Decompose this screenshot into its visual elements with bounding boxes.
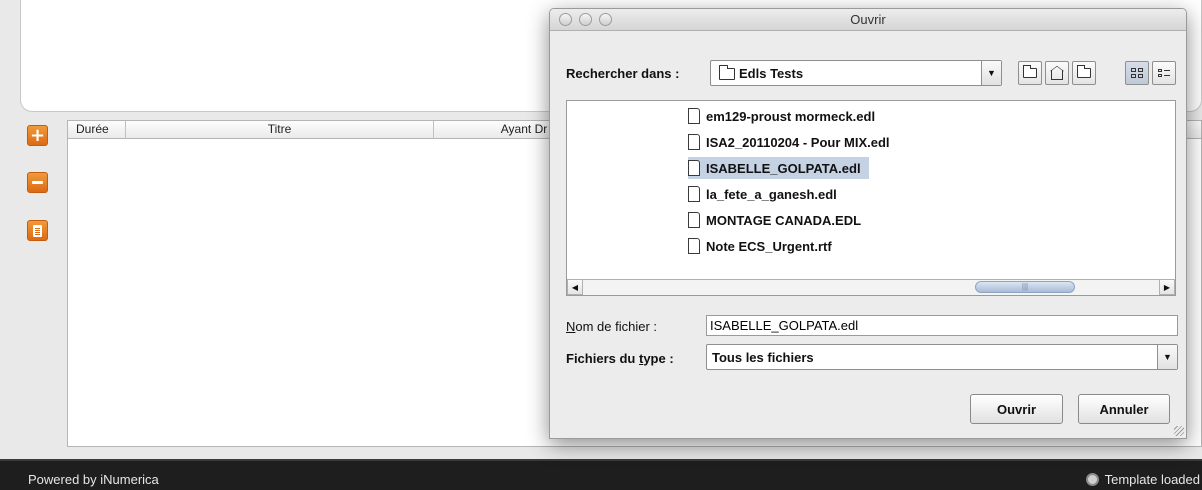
file-icon	[688, 186, 700, 202]
chevron-down-icon[interactable]: ▼	[1157, 345, 1177, 369]
dialog-titlebar[interactable]: Ouvrir	[550, 9, 1186, 31]
powered-by-label: Powered by iNumerica	[28, 472, 159, 487]
home-button[interactable]	[1045, 61, 1069, 85]
chevron-down-icon[interactable]: ▼	[981, 61, 1001, 85]
scroll-thumb[interactable]: |||	[975, 281, 1075, 293]
column-header-titre[interactable]: Titre	[126, 121, 434, 139]
look-in-value: Edls Tests	[739, 66, 804, 81]
list-view-button[interactable]	[1125, 61, 1149, 85]
remove-row-button[interactable]	[27, 172, 48, 193]
file-name: la_fete_a_ganesh.edl	[706, 186, 837, 202]
file-name: ISABELLE_GOLPATA.edl	[706, 160, 861, 176]
file-name-label: Nom de fichier :	[566, 319, 658, 334]
file-type-select[interactable]: Tous les fichiers ▼	[706, 344, 1178, 370]
details-button[interactable]	[27, 220, 48, 241]
details-view-icon	[1158, 69, 1170, 77]
file-item-selected[interactable]: ISABELLE_GOLPATA.edl	[688, 157, 869, 179]
status-indicator: Template loaded	[1085, 472, 1200, 487]
file-item[interactable]: MONTAGE CANADA.EDL	[688, 209, 869, 231]
scroll-left-icon[interactable]: ◀	[567, 280, 583, 295]
status-text: Template loaded	[1104, 472, 1200, 487]
file-list[interactable]: em129-proust mormeck.edl ISA2_20110204 -…	[566, 100, 1176, 296]
file-name: MONTAGE CANADA.EDL	[706, 212, 862, 228]
file-name: ISA2_20110204 - Pour MIX.edl	[706, 134, 890, 150]
file-item[interactable]: ISA2_20110204 - Pour MIX.edl	[688, 131, 898, 153]
file-icon	[688, 212, 700, 228]
folder-icon	[719, 65, 735, 80]
new-folder-icon	[1077, 65, 1091, 78]
up-folder-icon	[1023, 65, 1037, 78]
status-icon	[1085, 473, 1099, 486]
home-icon	[1051, 70, 1063, 80]
dialog-title: Ouvrir	[850, 12, 886, 27]
file-icon	[688, 134, 700, 150]
add-row-button[interactable]: +	[27, 125, 48, 146]
document-icon	[33, 224, 42, 237]
file-type-value: Tous les fichiers	[712, 350, 814, 365]
details-view-button[interactable]	[1152, 61, 1176, 85]
cancel-button[interactable]: Annuler	[1078, 394, 1170, 424]
list-view-icon	[1131, 68, 1143, 78]
file-item[interactable]: la_fete_a_ganesh.edl	[688, 183, 845, 205]
look-in-label: Rechercher dans :	[566, 66, 680, 81]
open-file-dialog: Ouvrir Rechercher dans : Edls Tests ▼ em…	[549, 8, 1187, 439]
footer-bar: Powered by iNumerica Template loaded	[0, 459, 1202, 490]
file-icon	[688, 160, 700, 176]
new-folder-button[interactable]	[1072, 61, 1096, 85]
file-item[interactable]: em129-proust mormeck.edl	[688, 105, 883, 127]
file-name: em129-proust mormeck.edl	[706, 108, 876, 124]
open-button[interactable]: Ouvrir	[970, 394, 1063, 424]
file-item[interactable]: Note ECS_Urgent.rtf	[688, 235, 840, 257]
column-header-duree[interactable]: Durée	[68, 121, 126, 139]
file-name-input[interactable]	[706, 315, 1178, 336]
file-icon	[688, 108, 700, 124]
scroll-right-icon[interactable]: ▶	[1159, 280, 1175, 295]
file-type-label: Fichiers du type :	[566, 351, 674, 366]
file-name: Note ECS_Urgent.rtf	[706, 238, 832, 254]
resize-grip-icon[interactable]	[1174, 426, 1184, 436]
file-icon	[688, 238, 700, 254]
look-in-select[interactable]: Edls Tests ▼	[710, 60, 1002, 86]
up-folder-button[interactable]	[1018, 61, 1042, 85]
plus-icon: +	[29, 125, 46, 146]
minus-icon	[32, 181, 43, 184]
horizontal-scrollbar[interactable]: ◀ ||| ▶	[567, 279, 1175, 295]
